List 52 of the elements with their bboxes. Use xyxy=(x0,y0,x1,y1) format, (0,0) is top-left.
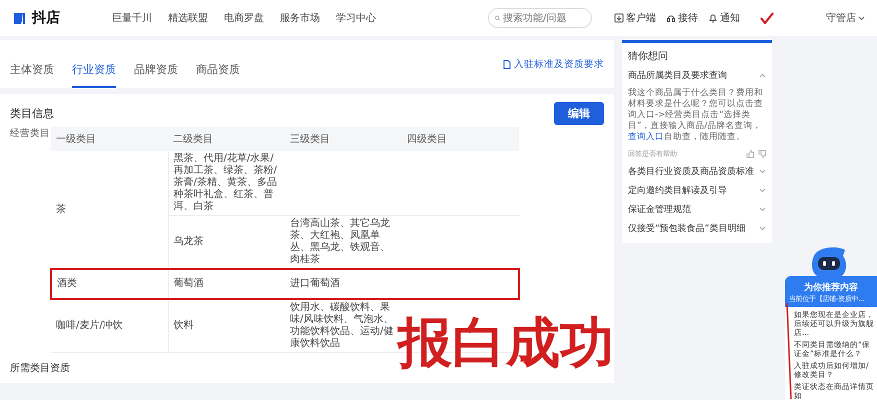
header-action[interactable]: 客户端 xyxy=(614,11,656,25)
query-link[interactable]: 查询入口 xyxy=(628,132,664,142)
bell-icon xyxy=(708,13,718,23)
logo-icon xyxy=(12,10,28,26)
faq-question[interactable]: 商品所属类目及要求查询 xyxy=(628,69,766,82)
check-mark-icon xyxy=(760,12,774,24)
header-action[interactable]: 接待 xyxy=(666,11,698,25)
assistant-title: 为你推荐内容 xyxy=(803,281,859,294)
chevron-down-icon xyxy=(858,16,865,20)
nav-link[interactable]: 精选联盟 xyxy=(168,11,208,25)
table-cell: 葡萄酒 xyxy=(168,269,285,299)
document-icon xyxy=(503,60,511,68)
table-cell: 咖啡/麦片/冲饮 xyxy=(51,299,168,352)
column-header: 一级类目 xyxy=(51,127,168,151)
download-icon xyxy=(614,13,624,23)
faq-question[interactable]: 保证金管理规范 xyxy=(628,203,766,216)
table-cell: 进口葡萄酒 xyxy=(285,269,402,299)
column-header: 四级类目 xyxy=(402,127,519,151)
faq-question[interactable]: 定向邀约类目解读及引导 xyxy=(628,184,766,197)
nav-link[interactable]: 电商罗盘 xyxy=(224,11,264,25)
tab[interactable]: 商品资质 xyxy=(196,62,240,88)
table-cell: 饮料 xyxy=(168,299,285,352)
tab[interactable]: 主体资质 xyxy=(10,62,54,88)
nav-link[interactable]: 学习中心 xyxy=(336,11,376,25)
column-header: 三级类目 xyxy=(285,127,402,151)
table-cell: 黑茶、代用/花草/水果/再加工茶、绿茶、茶粉/茶膏/茶精、黄茶、多品种茶叶礼盒、红茶、普洱、白茶 xyxy=(168,151,285,216)
nav-link[interactable]: 巨量千川 xyxy=(112,11,152,25)
table-cell: 台湾高山茶、其它乌龙茶、大红袍、凤凰单丛、黑乌龙、铁观音、肉桂茶 xyxy=(285,216,402,269)
table-cell: 酒类 xyxy=(51,269,168,299)
nav-link[interactable]: 服务市场 xyxy=(280,11,320,25)
faq-answer: 我这个商品属于什么类目？费用和材料要求是什么呢？您可以点击查询入口->经营类目点击“选择类目”，直接输入商品/品牌名查询， 查询入口 自助查，随用随查。 xyxy=(628,88,764,143)
header-action[interactable]: 通知 xyxy=(708,11,740,25)
headset-icon xyxy=(666,13,676,23)
search-box[interactable]: 搜索功能/问题 xyxy=(488,8,592,28)
search-input[interactable]: 搜索功能/问题 xyxy=(503,12,585,24)
faq-question[interactable]: 仅接受“预包装食品”类目明细 xyxy=(628,222,766,235)
faq-question[interactable]: 各类目行业资质及商品资质标准 xyxy=(628,165,766,178)
section-title: 类目信息 xyxy=(10,106,54,121)
tab[interactable]: 行业资质 xyxy=(72,62,116,88)
user-menu[interactable]: 守管店 xyxy=(826,11,865,25)
section-title: 所需类目资质 xyxy=(10,362,71,375)
standards-link[interactable]: 入驻标准及资质要求 xyxy=(503,58,604,70)
column-header: 二级类目 xyxy=(168,127,285,151)
thumbs-up-icon xyxy=(746,150,754,158)
edit-button[interactable]: 编辑 xyxy=(554,102,604,125)
table-cell: 茶 xyxy=(51,151,168,269)
search-icon xyxy=(495,14,500,22)
panel-title: 猜你想问 xyxy=(628,50,669,63)
thumbs-down-icon xyxy=(758,150,766,158)
logo-text[interactable]: 抖店 xyxy=(32,9,60,27)
table-cell: 乌龙茶 xyxy=(168,216,285,269)
tab[interactable]: 品牌资质 xyxy=(134,62,178,88)
